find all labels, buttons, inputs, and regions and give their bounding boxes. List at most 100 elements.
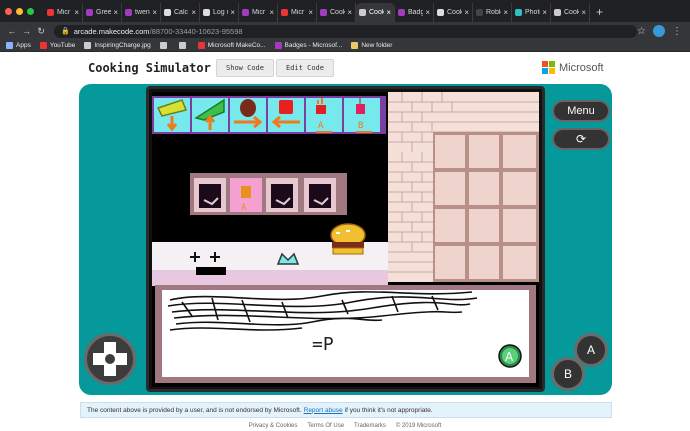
tab-close-icon[interactable]: × xyxy=(113,8,118,17)
tab-label: Cook xyxy=(330,9,346,16)
close-window-button[interactable] xyxy=(5,8,12,15)
forward-icon[interactable]: → xyxy=(21,26,33,36)
bookmark-label: New folder xyxy=(361,42,393,49)
browser-tab[interactable]: Cook × xyxy=(551,3,590,22)
ingredient-tile-ketchup[interactable]: A xyxy=(306,98,342,133)
bookmark-item[interactable] xyxy=(159,42,170,49)
game-screen[interactable]: A B A =P A xyxy=(146,86,545,392)
browser-menu-icon[interactable]: ⋮ xyxy=(672,26,682,37)
footer-link-trademarks[interactable]: Trademarks xyxy=(354,423,386,429)
window-controls xyxy=(5,8,34,15)
maximize-window-button[interactable] xyxy=(27,8,34,15)
tab-favicon-icon xyxy=(47,9,54,16)
browser-tab[interactable]: Cook × xyxy=(317,3,356,22)
order-slot xyxy=(194,178,226,212)
report-abuse-link[interactable]: Report abuse xyxy=(304,407,343,414)
url-input[interactable]: 🔒 arcade.makecode.com/88700-33440-10623-… xyxy=(53,24,638,38)
tab-favicon-icon xyxy=(242,9,249,16)
tab-close-icon[interactable]: × xyxy=(581,8,586,17)
browser-tab[interactable]: Cook × xyxy=(434,3,473,22)
svg-text:A: A xyxy=(505,350,514,364)
tab-label: Micr xyxy=(57,9,71,16)
tab-label: Calc xyxy=(174,9,189,16)
microsoft-logo[interactable]: Microsoft xyxy=(542,61,604,74)
tab-close-icon[interactable]: × xyxy=(503,8,508,17)
tab-close-icon[interactable]: × xyxy=(191,8,196,17)
game-canvas[interactable]: A B A =P A xyxy=(152,92,539,387)
tab-favicon-icon xyxy=(125,9,132,16)
tab-label: Roblo xyxy=(486,9,501,16)
b-button[interactable]: B xyxy=(551,357,585,391)
tab-close-icon[interactable]: × xyxy=(425,8,430,17)
browser-tab[interactable]: Calc × xyxy=(161,3,200,22)
tab-close-icon[interactable]: × xyxy=(230,8,235,17)
bookmark-icon xyxy=(6,42,13,49)
order-slot xyxy=(266,178,298,212)
browser-tab[interactable]: Micr × xyxy=(278,3,317,22)
profile-avatar[interactable] xyxy=(653,25,665,37)
tab-close-icon[interactable]: × xyxy=(269,8,274,17)
tab-close-icon[interactable]: × xyxy=(464,8,469,17)
tab-close-icon[interactable]: × xyxy=(386,8,391,17)
new-tab-button[interactable]: + xyxy=(596,3,603,22)
bookmark-item[interactable]: New folder xyxy=(351,42,392,49)
tab-close-icon[interactable]: × xyxy=(152,8,157,17)
tab-favicon-icon xyxy=(437,9,444,16)
bookmark-item[interactable]: InspiringCharge.jpg xyxy=(84,42,151,49)
back-icon[interactable]: ← xyxy=(6,26,18,36)
bookmark-item[interactable] xyxy=(178,42,189,49)
ingredient-tile-lettuce[interactable] xyxy=(192,98,228,132)
content-notice: The content above is provided by a user,… xyxy=(80,402,612,418)
restart-icon: ⟳ xyxy=(575,132,587,146)
browser-tab[interactable]: Micr × xyxy=(44,3,83,22)
bookmark-item[interactable]: Apps xyxy=(6,42,31,49)
ingredient-tile-tomato[interactable] xyxy=(268,98,304,132)
browser-tab[interactable]: Cook × xyxy=(356,3,395,22)
ingredient-key-b: B xyxy=(358,121,363,131)
edit-code-button[interactable]: Edit Code xyxy=(276,59,334,77)
tab-label: Cook xyxy=(369,9,385,16)
microsoft-logo-text: Microsoft xyxy=(559,61,604,74)
bookmark-item[interactable]: Microsoft MakeCo... xyxy=(197,42,266,49)
browser-tab[interactable]: Roblo× xyxy=(473,3,512,22)
footer-link-privacy[interactable]: Privacy & Cookies xyxy=(249,423,298,429)
footer-link-terms[interactable]: Terms Of Use xyxy=(307,423,344,429)
browser-tab[interactable]: twen × xyxy=(122,3,161,22)
minimize-window-button[interactable] xyxy=(16,8,23,15)
bookmark-item[interactable]: YouTube xyxy=(39,42,75,49)
bookmark-label: Apps xyxy=(16,42,31,49)
show-code-button[interactable]: Show Code xyxy=(216,59,274,77)
restart-button[interactable]: ⟳ xyxy=(552,128,610,150)
tab-favicon-icon xyxy=(203,9,210,16)
ingredient-tile-cheese[interactable] xyxy=(154,98,190,132)
browser-tab[interactable]: Badg × xyxy=(395,3,434,22)
bookmark-item[interactable]: Badges - Microsof... xyxy=(274,42,342,49)
bookmark-star-icon[interactable]: ☆ xyxy=(637,26,646,37)
bookmark-icon xyxy=(39,42,47,49)
microsoft-logo-icon xyxy=(542,61,555,74)
browser-tab[interactable]: Micr × xyxy=(239,3,278,22)
browser-tab[interactable]: Gree × xyxy=(83,3,122,22)
tab-favicon-icon xyxy=(320,9,327,16)
browser-tab[interactable]: Photo× xyxy=(512,3,551,22)
tab-favicon-icon xyxy=(515,9,522,16)
page-header: Cooking Simulator Show Code Edit Code Mi… xyxy=(0,52,690,84)
dpad-control[interactable] xyxy=(84,333,136,385)
tab-close-icon[interactable]: × xyxy=(347,8,352,17)
tab-close-icon[interactable]: × xyxy=(74,8,79,17)
tab-close-icon[interactable]: × xyxy=(308,8,313,17)
tab-label: twen xyxy=(135,9,150,16)
notice-text-tail: if you think it's not appropriate. xyxy=(344,406,433,414)
reload-icon[interactable]: ↻ xyxy=(35,26,47,37)
dialog-a-icon[interactable]: A xyxy=(498,344,522,368)
browser-tab[interactable]: Log i × xyxy=(200,3,239,22)
ingredient-tile-meat[interactable] xyxy=(230,98,266,132)
menu-button[interactable]: Menu xyxy=(552,100,610,122)
tab-close-icon[interactable]: × xyxy=(542,8,547,17)
ingredient-key-a: A xyxy=(318,121,324,131)
bookmark-icon xyxy=(178,42,186,49)
tab-strip: Micr × Gree × twen × Calc × Log i × Micr × Micr × Cook… xyxy=(44,3,590,22)
ingredient-tile-mustard[interactable]: B xyxy=(344,98,380,133)
burger-sprite[interactable] xyxy=(330,223,366,255)
bookmark-icon xyxy=(197,42,205,49)
